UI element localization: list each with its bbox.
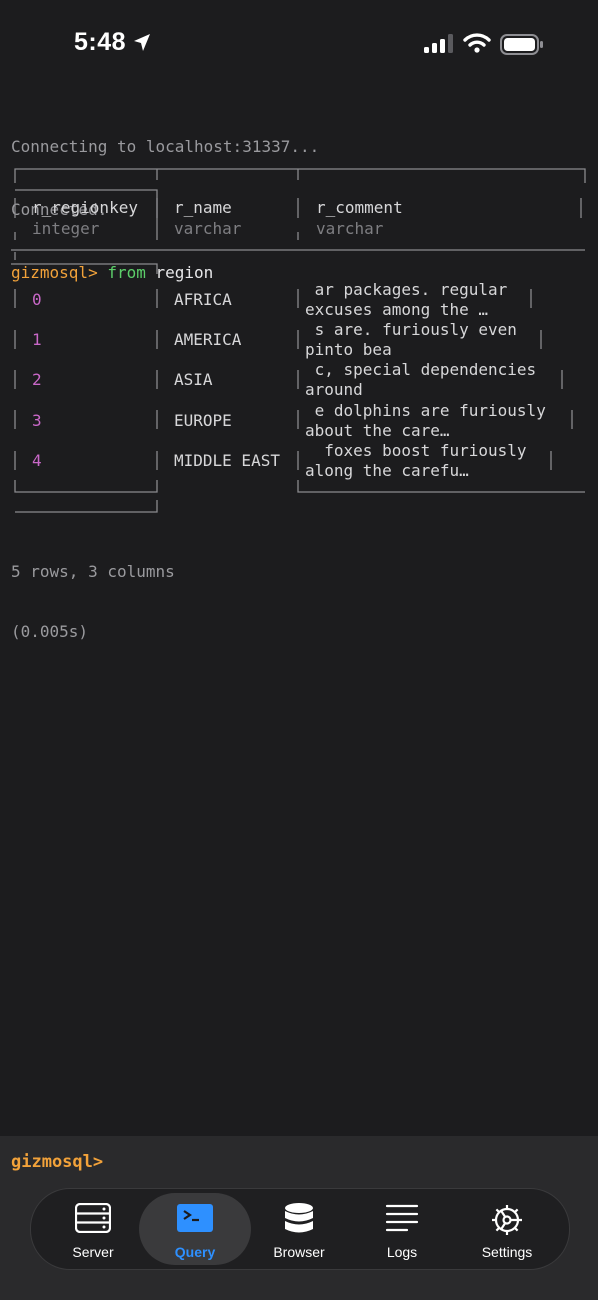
table-row-key: 2 bbox=[32, 370, 42, 389]
row-column-count: 5 rows, 3 columns bbox=[11, 562, 175, 581]
table-row-comment: foxes boost furiously bbox=[305, 441, 527, 460]
result-summary: 5 rows, 3 columns (0.005s) bbox=[11, 522, 175, 662]
table-row-comment: pinto bea bbox=[305, 340, 392, 359]
column-header-regionkey: r_regionkey bbox=[32, 198, 138, 217]
table-row-name: ASIA bbox=[174, 370, 213, 389]
terminal-icon bbox=[177, 1204, 213, 1232]
tab-bar: Server Query Browser Logs Settings bbox=[30, 1188, 570, 1270]
column-type-regionkey: integer bbox=[32, 219, 100, 238]
tab-label: Query bbox=[174, 1244, 216, 1260]
table-row-key: 4 bbox=[32, 451, 42, 470]
column-type-name: varchar bbox=[174, 219, 242, 238]
column-header-comment: r_comment bbox=[316, 198, 403, 217]
tab-label: Browser bbox=[273, 1244, 325, 1260]
table-row-comment: along the carefu… bbox=[305, 461, 469, 480]
table-row-comment: e dolphins are furiously bbox=[305, 401, 546, 420]
table-row-comment: s are. furiously even bbox=[305, 320, 517, 339]
tab-query[interactable]: Query bbox=[139, 1193, 251, 1265]
tab-label: Settings bbox=[481, 1244, 533, 1260]
tab-server[interactable]: Server bbox=[37, 1193, 149, 1265]
table-row-comment: c, special dependencies bbox=[305, 360, 537, 379]
tab-logs[interactable]: Logs bbox=[346, 1193, 458, 1265]
server-icon bbox=[75, 1203, 111, 1233]
gear-icon bbox=[492, 1205, 522, 1235]
column-type-comment: varchar bbox=[316, 219, 384, 238]
table-row-comment: excuses among the … bbox=[305, 300, 489, 319]
tab-settings[interactable]: Settings bbox=[451, 1193, 563, 1265]
query-input[interactable]: gizmosql> bbox=[11, 1152, 103, 1172]
database-icon bbox=[285, 1203, 313, 1233]
tab-label: Server bbox=[72, 1244, 114, 1260]
table-row-name: MIDDLE EAST bbox=[174, 451, 280, 470]
column-header-name: r_name bbox=[174, 198, 232, 217]
table-row-key: 0 bbox=[32, 290, 42, 309]
tab-label: Logs bbox=[386, 1244, 418, 1260]
table-row-name: AMERICA bbox=[174, 330, 242, 349]
table-row-comment: around bbox=[305, 380, 363, 399]
tab-browser[interactable]: Browser bbox=[243, 1193, 355, 1265]
table-row-key: 1 bbox=[32, 330, 42, 349]
table-row-comment: about the care… bbox=[305, 421, 450, 440]
table-row-name: AFRICA bbox=[174, 290, 232, 309]
table-row-name: EUROPE bbox=[174, 411, 232, 430]
table-row-comment: ar packages. regular bbox=[305, 280, 508, 299]
elapsed-time: (0.005s) bbox=[11, 622, 89, 641]
input-area: gizmosql> Server Query Browser Logs Sett… bbox=[0, 1136, 598, 1300]
list-icon bbox=[385, 1204, 419, 1232]
table-row-key: 3 bbox=[32, 411, 42, 430]
